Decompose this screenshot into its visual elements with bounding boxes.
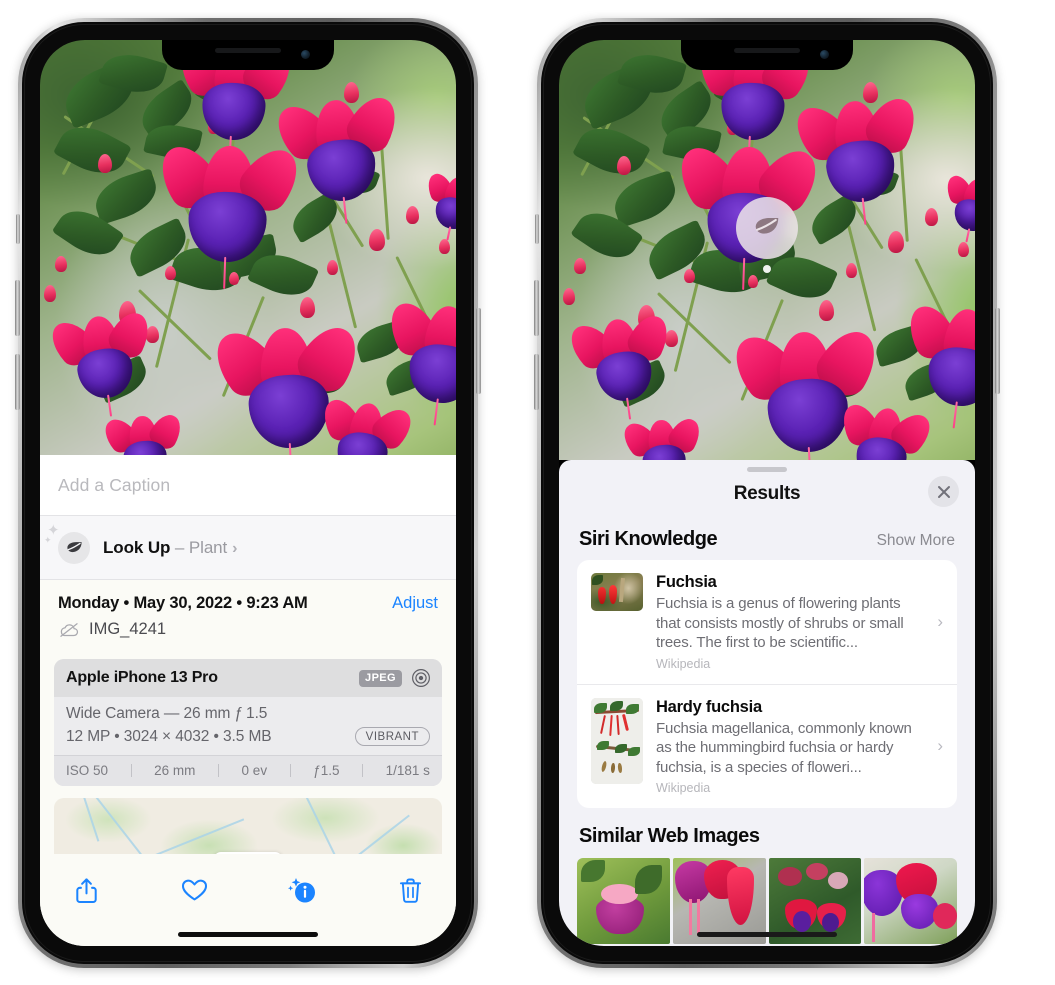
volume-up-button[interactable] bbox=[534, 280, 539, 336]
camera-size-line: 12 MP • 3024 × 4032 • 3.5 MB bbox=[66, 727, 272, 745]
silent-switch[interactable] bbox=[535, 214, 539, 244]
photo-viewer[interactable] bbox=[559, 40, 975, 460]
earpiece-speaker bbox=[215, 48, 281, 53]
volume-down-button[interactable] bbox=[15, 354, 20, 410]
knowledge-description: Fuchsia is a genus of flowering plants t… bbox=[656, 595, 904, 651]
photo-foliage-art bbox=[40, 40, 456, 455]
close-button[interactable] bbox=[928, 476, 959, 507]
siri-knowledge-card: Fuchsia Fuchsia is a genus of flowering … bbox=[577, 560, 957, 808]
power-button[interactable] bbox=[476, 308, 481, 394]
exif-row: ISO 50 26 mm 0 ev ƒ1.5 1/181 s bbox=[54, 755, 442, 786]
notch bbox=[162, 40, 334, 70]
adjust-button[interactable]: Adjust bbox=[392, 594, 438, 613]
knowledge-title: Fuchsia bbox=[656, 573, 717, 591]
camera-device-name: Apple iPhone 13 Pro bbox=[66, 669, 218, 686]
chevron-right-icon: › bbox=[937, 736, 943, 756]
chevron-right-icon: › bbox=[937, 611, 943, 631]
results-header: Results bbox=[559, 472, 975, 516]
earpiece-speaker bbox=[734, 48, 800, 53]
photo-detail-sheet: Add a Caption ✦ ✦ Look Up – Plant › Mond… bbox=[40, 455, 456, 946]
exif-value: ISO 50 bbox=[66, 763, 109, 778]
aperture-icon bbox=[412, 669, 430, 687]
home-indicator[interactable] bbox=[178, 932, 318, 937]
leaf-icon bbox=[66, 541, 82, 552]
exif-separator bbox=[130, 764, 132, 777]
exif-separator bbox=[362, 764, 364, 777]
front-camera bbox=[301, 50, 310, 59]
front-camera bbox=[820, 50, 829, 59]
knowledge-thumbnail bbox=[591, 697, 643, 784]
siri-knowledge-title: Siri Knowledge bbox=[579, 528, 718, 550]
camera-card-body: Wide Camera — 26 mm ƒ 1.5 12 MP • 3024 ×… bbox=[54, 697, 442, 755]
left-phone: Add a Caption ✦ ✦ Look Up – Plant › Mond… bbox=[15, 18, 481, 968]
exif-separator bbox=[289, 764, 291, 777]
web-image-thumb[interactable] bbox=[577, 858, 670, 944]
photographic-style-badge: VIBRANT bbox=[354, 727, 430, 746]
share-icon[interactable] bbox=[66, 870, 106, 910]
badge-anchor-dot bbox=[763, 265, 771, 273]
knowledge-row[interactable]: Hardy fuchsia Fuchsia magellanica, commo… bbox=[577, 683, 957, 809]
look-up-label: Look Up – Plant › bbox=[103, 538, 237, 558]
similar-web-images-header: Similar Web Images bbox=[559, 808, 975, 858]
sparkle-small-icon: ✦ bbox=[44, 535, 52, 545]
format-badge: JPEG bbox=[359, 669, 402, 687]
similar-web-images-title: Similar Web Images bbox=[579, 825, 760, 847]
knowledge-thumbnail bbox=[591, 573, 643, 611]
close-icon bbox=[937, 485, 950, 498]
camera-card-header: Apple iPhone 13 Pro JPEG bbox=[54, 659, 442, 697]
cloud-slash-icon bbox=[60, 622, 79, 637]
info-sparkle-icon[interactable] bbox=[282, 870, 322, 910]
knowledge-source: Wikipedia bbox=[656, 656, 711, 671]
exif-value: 1/181 s bbox=[385, 763, 430, 778]
heart-icon[interactable] bbox=[174, 870, 214, 910]
look-up-row[interactable]: ✦ ✦ Look Up – Plant › bbox=[40, 515, 456, 579]
left-phone-screen: Add a Caption ✦ ✦ Look Up – Plant › Mond… bbox=[40, 40, 456, 946]
volume-down-button[interactable] bbox=[534, 354, 539, 410]
photo-metadata: Monday • May 30, 2022 • 9:23 AM Adjust I… bbox=[40, 579, 456, 650]
silent-switch[interactable] bbox=[16, 214, 20, 244]
home-indicator[interactable] bbox=[697, 932, 837, 937]
exif-separator bbox=[217, 764, 219, 777]
show-more-button[interactable]: Show More bbox=[877, 532, 955, 550]
knowledge-row[interactable]: Fuchsia Fuchsia is a genus of flowering … bbox=[577, 560, 957, 684]
exif-value: ƒ1.5 bbox=[313, 763, 340, 778]
photo-filename: IMG_4241 bbox=[89, 620, 167, 638]
photo-date: Monday • May 30, 2022 • 9:23 AM bbox=[58, 594, 308, 612]
look-up-title: Look Up bbox=[103, 538, 171, 557]
right-phone-screen: Results Siri Knowledge Show More Fuchsia… bbox=[559, 40, 975, 946]
volume-up-button[interactable] bbox=[15, 280, 20, 336]
caption-row[interactable]: Add a Caption bbox=[40, 455, 456, 515]
leaf-chip: ✦ ✦ bbox=[44, 523, 90, 564]
knowledge-title: Hardy fuchsia bbox=[656, 697, 762, 716]
exif-value: 26 mm bbox=[154, 763, 196, 778]
web-image-thumb[interactable] bbox=[864, 858, 957, 944]
notch bbox=[681, 40, 853, 70]
results-sheet: Results Siri Knowledge Show More Fuchsia… bbox=[559, 460, 975, 946]
power-button[interactable] bbox=[995, 308, 1000, 394]
photo-viewer[interactable] bbox=[40, 40, 456, 455]
results-title: Results bbox=[733, 483, 801, 504]
trash-icon[interactable] bbox=[390, 870, 430, 910]
knowledge-description: Fuchsia magellanica, commonly known as t… bbox=[656, 719, 912, 776]
camera-lens-line: Wide Camera — 26 mm ƒ 1.5 bbox=[66, 705, 268, 722]
right-phone: Results Siri Knowledge Show More Fuchsia… bbox=[534, 18, 1000, 968]
chevron-right-icon: › bbox=[232, 540, 238, 557]
knowledge-source: Wikipedia bbox=[656, 781, 711, 795]
look-up-subject: Plant bbox=[188, 538, 228, 557]
plant-lookup-badge[interactable] bbox=[736, 197, 798, 273]
leaf-icon bbox=[755, 218, 779, 234]
exif-value: 0 ev bbox=[241, 763, 268, 778]
siri-knowledge-header: Siri Knowledge Show More bbox=[559, 516, 975, 560]
camera-info-card[interactable]: Apple iPhone 13 Pro JPEG Wide Camera — 2… bbox=[54, 659, 442, 786]
look-up-dash: – bbox=[170, 538, 189, 557]
caption-input[interactable]: Add a Caption bbox=[58, 475, 438, 496]
